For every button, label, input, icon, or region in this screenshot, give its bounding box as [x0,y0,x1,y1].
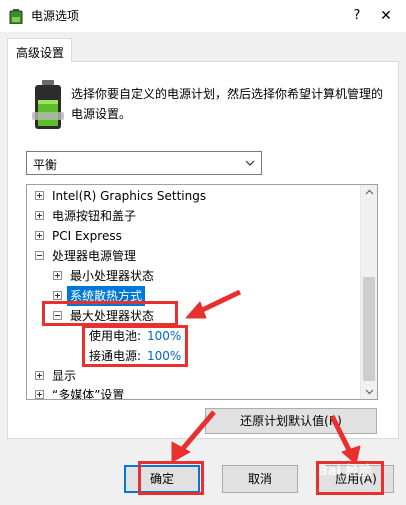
scroll-up-arrow-icon[interactable] [365,188,374,197]
tree-item-label: 显示 [52,369,77,383]
tree-item-label: PCI Express [52,229,122,243]
tree-item-label: 电源按钮和盖子 [52,209,137,223]
expand-icon[interactable] [35,231,44,240]
annotation-box-values [82,325,188,367]
close-button[interactable]: ✕ [372,4,400,28]
tree-item-label: “多媒体”设置 [52,388,125,400]
restore-defaults-button[interactable]: 还原计划默认值(R) [205,408,377,434]
scroll-down-arrow-icon[interactable] [365,387,374,396]
annotation-box-apply [316,461,384,495]
cancel-button[interactable]: 取消 [222,465,298,493]
help-button[interactable]: ? [344,4,370,28]
expand-icon[interactable] [35,191,44,200]
battery-icon [9,9,23,24]
tree-scrollbar[interactable] [360,185,377,399]
tree-item-label: 处理器电源管理 [52,249,137,263]
title-bar: 电源选项 ? ✕ [0,0,406,32]
expand-icon[interactable] [53,271,62,280]
battery-plan-icon [32,80,64,129]
scroll-thumb[interactable] [363,277,375,381]
annotation-box-ok [138,461,204,495]
expand-icon[interactable] [35,390,44,399]
power-plan-value: 平衡 [33,158,58,172]
annotation-box-max-processor [42,301,178,326]
plan-description: 选择你要自定义的电源计划，然后选择你希望计算机管理的电源设置。 [71,87,384,121]
settings-tree[interactable]: Intel(R) Graphics Settings 电源按钮和盖子 PCI E… [26,184,378,400]
expand-icon[interactable] [35,211,44,220]
window-title: 电源选项 [31,9,80,23]
power-plan-dropdown[interactable]: 平衡 [26,151,262,175]
collapse-icon[interactable] [35,251,44,260]
expand-icon[interactable] [35,371,44,380]
tab-advanced-settings[interactable]: 高级设置 [7,38,72,62]
tree-item-label: Intel(R) Graphics Settings [52,189,207,203]
chevron-down-icon [245,160,255,166]
expand-icon[interactable] [53,291,62,300]
tree-item-label: 最小处理器状态 [70,269,155,283]
